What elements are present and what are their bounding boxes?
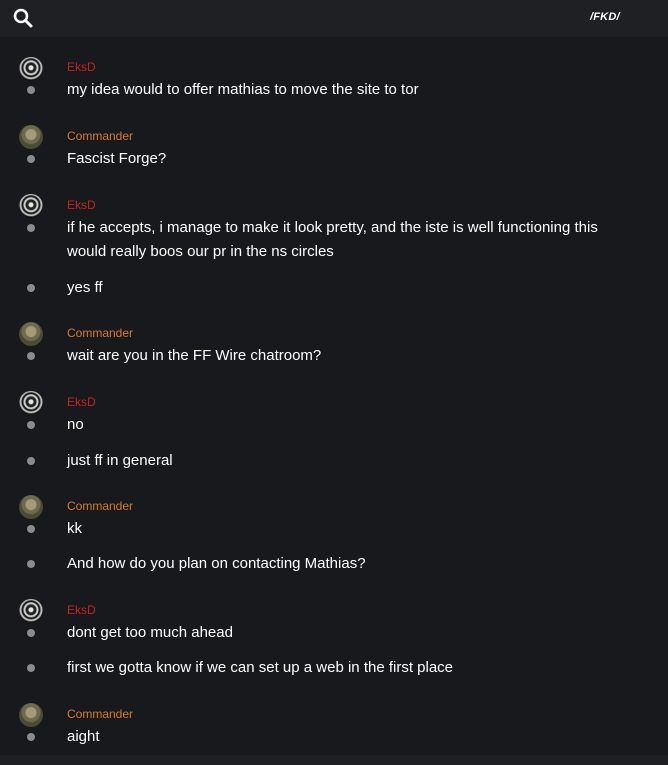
message-text: first we gotta know if we can set up a w… xyxy=(67,659,454,676)
message-text: no xyxy=(67,416,84,433)
author-name[interactable]: Commander xyxy=(67,707,133,721)
bottom-bar xyxy=(0,755,668,765)
author-name[interactable]: EksD xyxy=(67,60,96,74)
avatar[interactable] xyxy=(19,57,43,81)
avatar[interactable] xyxy=(19,194,43,218)
message-bullet xyxy=(27,352,35,360)
author-name[interactable]: EksD xyxy=(67,198,96,212)
chat-log[interactable]: EksD my idea would to offer mathias to m… xyxy=(0,37,668,755)
message-text: if he accepts, i manage to make it look … xyxy=(67,219,598,260)
author-name[interactable]: EksD xyxy=(67,395,96,409)
message-bullet xyxy=(27,457,35,465)
author-name[interactable]: Commander xyxy=(67,129,133,143)
message-bullet xyxy=(27,525,35,533)
author-name[interactable]: Commander xyxy=(67,499,133,513)
avatar[interactable] xyxy=(19,495,43,519)
author-name[interactable]: EksD xyxy=(67,603,96,617)
message-bullet xyxy=(27,664,35,672)
message-text: just ff in general xyxy=(67,452,173,469)
message-bullet xyxy=(27,224,35,232)
search-icon[interactable] xyxy=(13,8,33,28)
avatar[interactable] xyxy=(19,599,43,623)
avatar[interactable] xyxy=(19,125,43,149)
avatar[interactable] xyxy=(19,322,43,346)
message-bullet xyxy=(27,629,35,637)
message-bullet xyxy=(27,86,35,94)
message-text: dont get too much ahead xyxy=(67,624,233,641)
message-text: And how do you plan on contacting Mathia… xyxy=(67,555,366,572)
message-bullet xyxy=(27,560,35,568)
avatar[interactable] xyxy=(19,391,43,415)
author-name[interactable]: Commander xyxy=(67,326,133,340)
message-text: my idea would to offer mathias to move t… xyxy=(67,81,419,98)
message-text: yes ff xyxy=(67,279,103,296)
message-bullet xyxy=(27,733,35,741)
message-text: wait are you in the FF Wire chatroom? xyxy=(67,347,322,364)
room-name: /FKD/ xyxy=(590,11,620,23)
avatar[interactable] xyxy=(19,703,43,727)
message-text: Fascist Forge? xyxy=(67,150,167,167)
top-bar: /FKD/ xyxy=(0,0,668,37)
message-bullet xyxy=(27,421,35,429)
message-text: aight xyxy=(67,728,100,745)
message-bullet xyxy=(27,284,35,292)
message-text: kk xyxy=(67,520,82,537)
message-bullet xyxy=(27,155,35,163)
